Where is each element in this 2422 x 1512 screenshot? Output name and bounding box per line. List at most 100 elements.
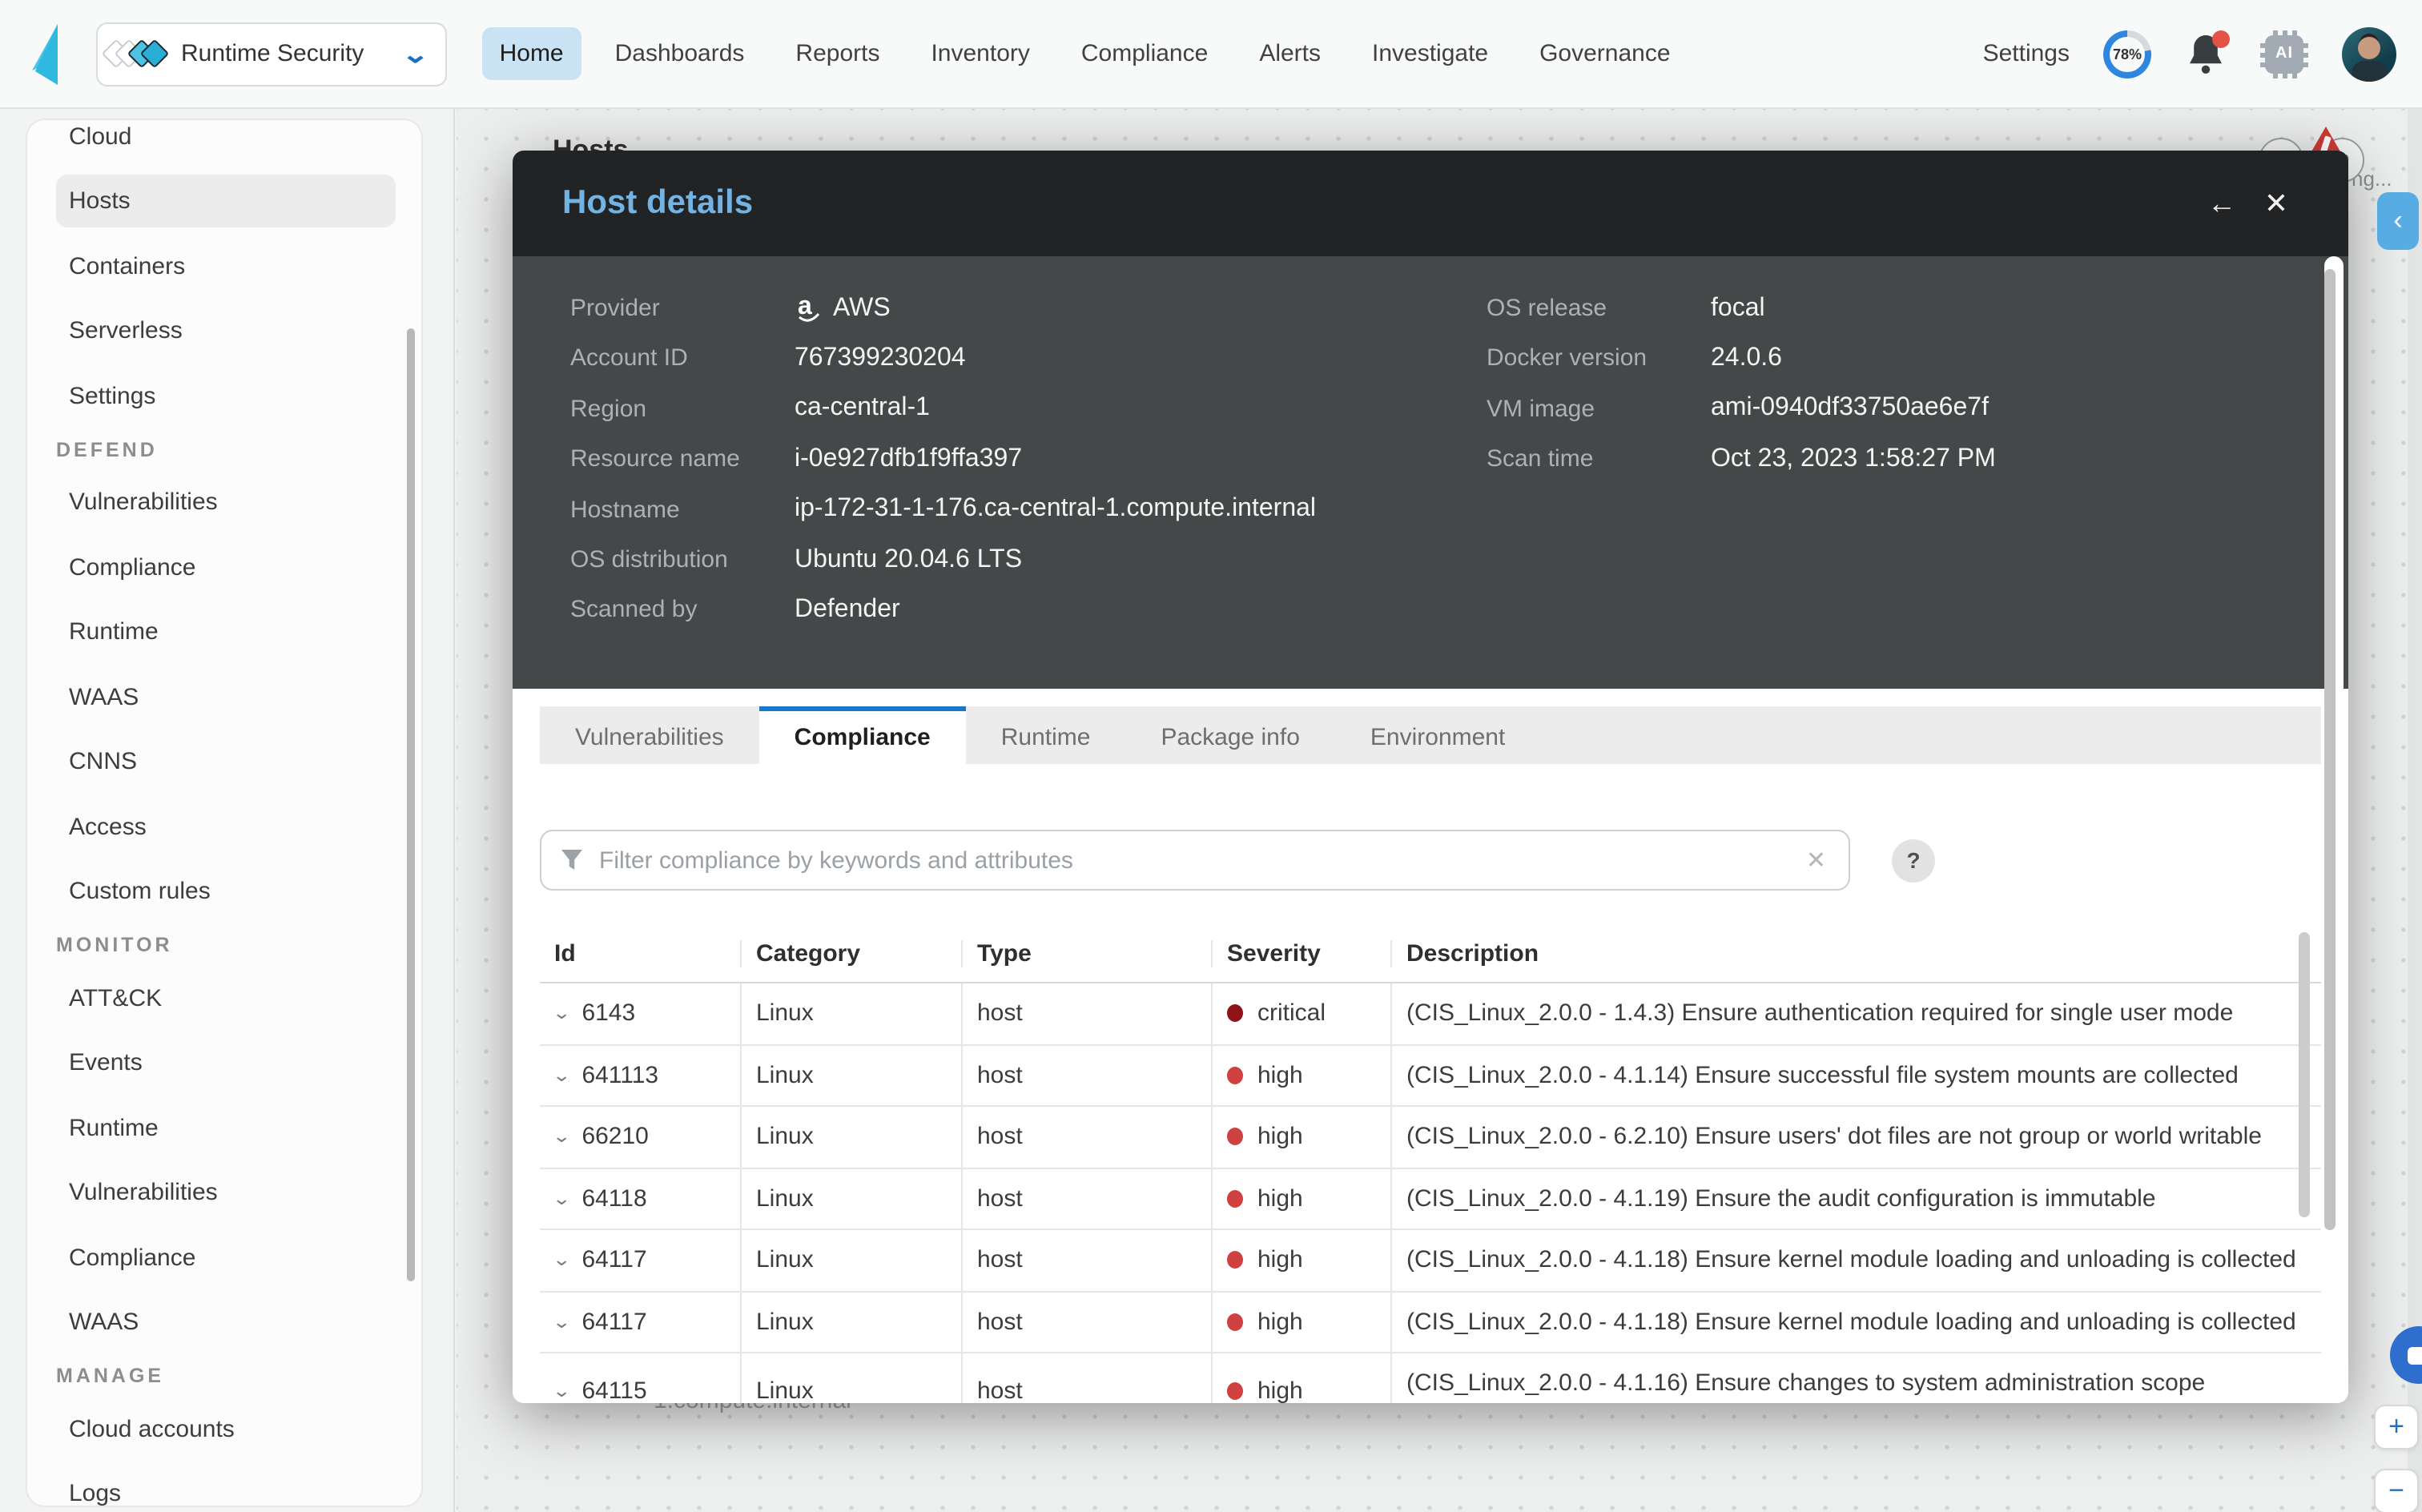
nav-item[interactable]: Compliance <box>1064 27 1225 80</box>
nav-item[interactable]: Reports <box>778 27 897 80</box>
progress-ring[interactable]: 78% <box>2103 30 2151 78</box>
tab[interactable]: Runtime <box>966 706 1126 764</box>
tab[interactable]: Compliance <box>759 706 966 764</box>
sidebar-item[interactable]: Compliance <box>27 535 421 600</box>
sidebar-item[interactable]: Compliance <box>27 1225 421 1290</box>
table-row[interactable]: ⌄64117 Linux host high (CIS_Linux_2.0.0 … <box>540 1292 2321 1353</box>
row-expand-icon[interactable]: ⌄ <box>552 1312 571 1333</box>
cell-severity: high <box>1257 1124 1303 1151</box>
sidebar-item[interactable]: Containers <box>27 234 421 299</box>
nav-item[interactable]: Home <box>482 27 581 80</box>
sidebar-item[interactable]: Vulnerabilities <box>27 470 421 535</box>
sidebar-item[interactable]: Vulnerabilities <box>27 1160 421 1225</box>
row-expand-icon[interactable]: ⌄ <box>552 1188 571 1209</box>
nav-item[interactable]: Investigate <box>1354 27 1506 80</box>
sidebar-item[interactable]: Custom rules <box>27 859 421 924</box>
sidebar-item[interactable]: Runtime <box>27 1096 421 1160</box>
info-row: Scan timeOct 23, 2023 1:58:27 PM <box>1487 434 1711 484</box>
expand-panel-button[interactable]: ‹ <box>2377 192 2419 250</box>
product-switcher[interactable]: Runtime Security ⌄ <box>96 22 447 86</box>
severity-dot <box>1227 1382 1243 1400</box>
column-header-description[interactable]: Description <box>1392 940 2321 967</box>
row-expand-icon[interactable]: ⌄ <box>552 1250 571 1271</box>
sidebar-item[interactable]: Serverless <box>27 299 421 364</box>
tab[interactable]: Package info <box>1125 706 1334 764</box>
notifications-bell-icon[interactable] <box>2185 31 2227 76</box>
column-header-category[interactable]: Category <box>742 940 963 967</box>
sidebar-item[interactable]: ATT&CK <box>27 966 421 1031</box>
chat-bubble-icon <box>2408 1346 2422 1364</box>
ai-assistant-icon[interactable]: AI <box>2260 30 2308 78</box>
row-expand-icon[interactable]: ⌄ <box>552 1127 571 1148</box>
info-row: VM imageami-0940df33750ae6e7f <box>1487 384 1711 434</box>
zoom-out-button[interactable]: − <box>2374 1469 2419 1512</box>
cell-type: host <box>963 1292 1213 1352</box>
cell-type: host <box>963 1107 1213 1167</box>
row-expand-icon[interactable]: ⌄ <box>552 1381 571 1401</box>
sidebar: Cloud Hosts Containers Serverless <box>0 109 455 1512</box>
nav-item[interactable]: Alerts <box>1241 27 1338 80</box>
cell-category: Linux <box>742 1107 963 1167</box>
info-row: ProvideraAWS <box>570 284 795 333</box>
column-header-id[interactable]: Id <box>540 940 742 967</box>
column-header-severity[interactable]: Severity <box>1213 940 1392 967</box>
cell-category: Linux <box>742 1353 963 1403</box>
info-value: Defender <box>795 596 900 625</box>
sidebar-item[interactable]: Cloud accounts <box>27 1397 421 1462</box>
user-avatar[interactable] <box>2342 26 2396 81</box>
back-button[interactable]: ← <box>2195 176 2249 231</box>
filter-row: Filter compliance by keywords and attrib… <box>540 830 1935 891</box>
row-expand-icon[interactable]: ⌄ <box>552 1065 571 1086</box>
compliance-filter-input[interactable]: Filter compliance by keywords and attrib… <box>540 830 1850 891</box>
close-button[interactable]: ✕ <box>2249 176 2303 231</box>
nav-item[interactable]: Governance <box>1522 27 1688 80</box>
sidebar-scrollbar[interactable] <box>407 328 415 1281</box>
cell-description: (CIS_Linux_2.0.0 - 1.4.3) Ensure authent… <box>1392 983 2321 1044</box>
cell-category: Linux <box>742 983 963 1044</box>
sidebar-item[interactable]: Access <box>27 794 421 859</box>
sidebar-item[interactable]: MANAGE <box>27 1355 421 1397</box>
minus-icon: − <box>2388 1475 2404 1507</box>
sidebar-item[interactable]: Hosts <box>27 169 421 234</box>
sidebar-item[interactable]: DEFEND <box>27 428 421 470</box>
tab[interactable]: Environment <box>1335 706 1540 764</box>
info-label: Provider <box>570 295 795 322</box>
sidebar-item[interactable]: CNNS <box>27 730 421 794</box>
settings-link[interactable]: Settings <box>1983 40 2070 67</box>
severity-dot <box>1227 1128 1243 1146</box>
zoom-in-button[interactable]: + <box>2374 1405 2419 1450</box>
table-row[interactable]: ⌄66210 Linux host high (CIS_Linux_2.0.0 … <box>540 1107 2321 1168</box>
row-expand-icon[interactable]: ⌄ <box>552 1003 571 1024</box>
info-row: OS releasefocal <box>1487 284 1711 333</box>
severity-dot <box>1227 1067 1243 1084</box>
sidebar-item[interactable]: WAAS <box>27 1290 421 1355</box>
table-row[interactable]: ⌄641113 Linux host high (CIS_Linux_2.0.0… <box>540 1045 2321 1107</box>
modal-scrollbar-thumb[interactable] <box>2323 269 2335 1230</box>
clear-filter-icon[interactable]: ✕ <box>1803 846 1829 875</box>
table-row[interactable]: ⌄6143 Linux host critical (CIS_Linux_2.0… <box>540 983 2321 1045</box>
host-info-section: ProvideraAWSAccount ID767399230204Region… <box>513 256 2348 689</box>
cell-severity: critical <box>1257 1000 1326 1027</box>
sidebar-item[interactable]: WAAS <box>27 665 421 730</box>
table-row[interactable]: ⌄64117 Linux host high (CIS_Linux_2.0.0 … <box>540 1230 2321 1292</box>
nav-item[interactable]: Inventory <box>913 27 1047 80</box>
sidebar-item[interactable]: Runtime <box>27 600 421 665</box>
page-scroll-strip[interactable] <box>2408 109 2422 1512</box>
filter-placeholder: Filter compliance by keywords and attrib… <box>599 846 1803 874</box>
sidebar-item[interactable]: Cloud <box>27 119 421 169</box>
table-row[interactable]: ⌄64118 Linux host high (CIS_Linux_2.0.0 … <box>540 1168 2321 1230</box>
info-value: focal <box>1711 294 1765 323</box>
column-header-type[interactable]: Type <box>963 940 1213 967</box>
sidebar-item[interactable]: Events <box>27 1031 421 1096</box>
filter-funnel-icon <box>561 849 583 871</box>
sidebar-item[interactable]: MONITOR <box>27 924 421 966</box>
sidebar-item[interactable]: Settings <box>27 364 421 428</box>
table-row[interactable]: ⌄64115 Linux host high (CIS_Linux_2.0.0 … <box>540 1353 2321 1403</box>
nav-item[interactable]: Dashboards <box>597 27 762 80</box>
tab[interactable]: Vulnerabilities <box>540 706 759 764</box>
modal-scrollbar-track[interactable] <box>2324 256 2344 1397</box>
sidebar-item[interactable]: Logs <box>27 1462 421 1507</box>
help-button[interactable]: ? <box>1892 838 1935 882</box>
table-body: ⌄6143 Linux host critical (CIS_Linux_2.0… <box>540 983 2321 1403</box>
table-scrollbar[interactable] <box>2299 932 2310 1217</box>
